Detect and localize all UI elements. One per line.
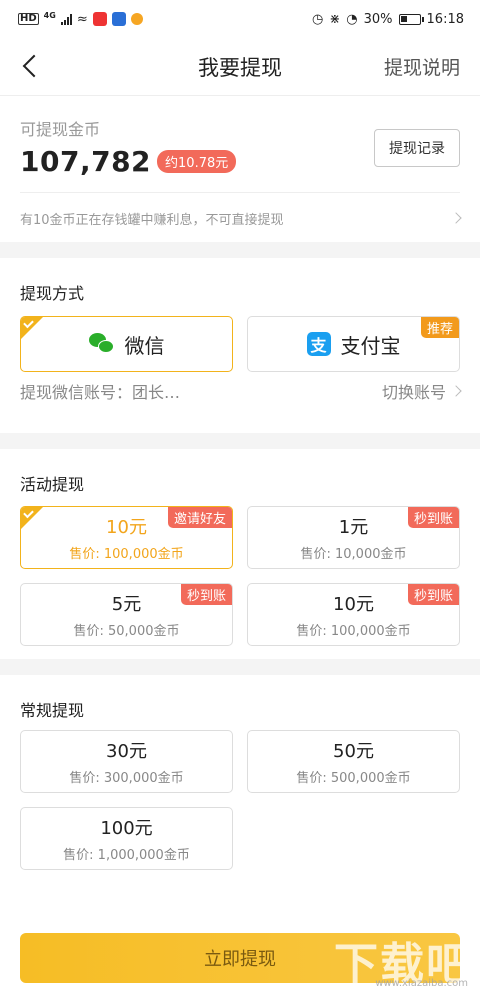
network-type: 4G — [43, 10, 56, 20]
app-notification-icon — [130, 13, 143, 25]
recommend-badge: 推荐 — [420, 317, 459, 338]
option-price: 售价: 100,000金币 — [69, 547, 184, 562]
divider — [20, 192, 460, 193]
app-notification-icon — [92, 12, 107, 26]
battery-icon — [398, 13, 424, 25]
alipay-icon: 支 — [306, 332, 331, 356]
withdraw-record-button[interactable]: 提现记录 — [374, 129, 460, 167]
back-arrow-icon[interactable] — [18, 52, 46, 80]
battery-percent: 30% — [363, 11, 393, 27]
activity-option[interactable]: 秒到账 1元 售价: 10,000金币 — [247, 506, 460, 569]
chevron-right-icon — [450, 212, 462, 224]
option-price: 售价: 50,000金币 — [73, 624, 180, 639]
option-tag: 秒到账 — [407, 584, 459, 605]
switch-account-label: 切换账号 — [381, 383, 446, 402]
option-tag: 邀请好友 — [167, 507, 232, 528]
option-amount: 50元 — [333, 741, 374, 762]
navigation-bar: 我要提现 提现说明 — [0, 38, 480, 96]
regular-option[interactable]: 50元 售价: 500,000金币 — [247, 730, 460, 793]
regular-option[interactable]: 100元 售价: 1,000,000金币 — [20, 807, 233, 870]
app-notification-icon — [111, 12, 126, 26]
wechat-icon — [88, 333, 115, 355]
alarm-icon: ◷ — [312, 11, 324, 27]
method-alipay[interactable]: 推荐 支 支付宝 — [247, 316, 460, 372]
activity-option[interactable]: 邀请好友 10元 售价: 100,000金币 — [20, 506, 233, 569]
balance-amount: 107,782 — [20, 145, 152, 178]
status-left: HD 4G ≈ — [18, 10, 143, 27]
option-tag: 秒到账 — [407, 507, 459, 528]
piggy-bank-notice[interactable]: 有10金币正在存钱罐中赚利息，不可直接提现 — [20, 202, 462, 234]
option-price: 售价: 300,000金币 — [69, 771, 184, 786]
option-tag: 秒到账 — [180, 584, 232, 605]
balance-card: 可提现金币 107,782 约10.78元 提现记录 有10金币正在存钱罐中赚利… — [0, 96, 480, 242]
method-wechat[interactable]: 微信 — [20, 316, 233, 372]
option-price: 售价: 1,000,000金币 — [63, 848, 190, 863]
status-bar: HD 4G ≈ ◷ ⋇ ◔ 30% 16:18 — [0, 0, 480, 38]
section-title: 活动提现 — [20, 475, 85, 494]
option-price: 售价: 10,000金币 — [300, 547, 407, 562]
notice-text: 有10金币正在存钱罐中赚利息，不可直接提现 — [20, 212, 284, 228]
account-label: 提现微信账号：团长… — [20, 383, 181, 402]
bluetooth-icon: ⋇ — [329, 11, 341, 27]
watermark-url: www.xiazaiba.com — [375, 978, 468, 989]
selected-check-icon — [21, 507, 43, 529]
activity-option[interactable]: 秒到账 10元 售价: 100,000金币 — [247, 583, 460, 646]
withdraw-instructions-link[interactable]: 提现说明 — [384, 53, 460, 80]
activity-option[interactable]: 秒到账 5元 售价: 50,000金币 — [20, 583, 233, 646]
option-amount: 100元 — [100, 818, 153, 839]
option-price: 售价: 100,000金币 — [296, 624, 411, 639]
withdraw-method-section: 提现方式 微信 推荐 支 支付宝 提现微信账号：团长… 切换账号 — [0, 258, 480, 433]
switch-account-link[interactable]: 切换账号 — [381, 379, 462, 403]
chevron-right-icon — [450, 385, 462, 397]
regular-option[interactable]: 30元 售价: 300,000金币 — [20, 730, 233, 793]
clock: 16:18 — [426, 11, 464, 27]
activity-withdraw-section: 活动提现 邀请好友 10元 售价: 100,000金币 秒到账 1元 售价: 1… — [0, 449, 480, 659]
signal-icon — [60, 13, 72, 25]
speed-icon: ◔ — [346, 11, 358, 27]
section-title: 常规提现 — [20, 701, 85, 720]
account-row: 提现微信账号：团长… 切换账号 — [20, 379, 462, 403]
selected-check-icon — [21, 317, 43, 339]
option-amount: 30元 — [106, 741, 147, 762]
hd-indicator: HD — [18, 13, 39, 25]
method-label: 支付宝 — [340, 333, 401, 358]
method-label: 微信 — [124, 333, 165, 358]
section-title: 提现方式 — [20, 284, 85, 303]
option-price: 售价: 500,000金币 — [296, 771, 411, 786]
wifi-icon: ≈ — [76, 11, 88, 27]
regular-withdraw-section: 常规提现 30元 售价: 300,000金币 50元 售价: 500,000金币… — [0, 675, 480, 943]
approx-value-badge: 约10.78元 — [157, 150, 237, 173]
status-right: ◷ ⋇ ◔ 30% 16:18 — [312, 12, 464, 27]
